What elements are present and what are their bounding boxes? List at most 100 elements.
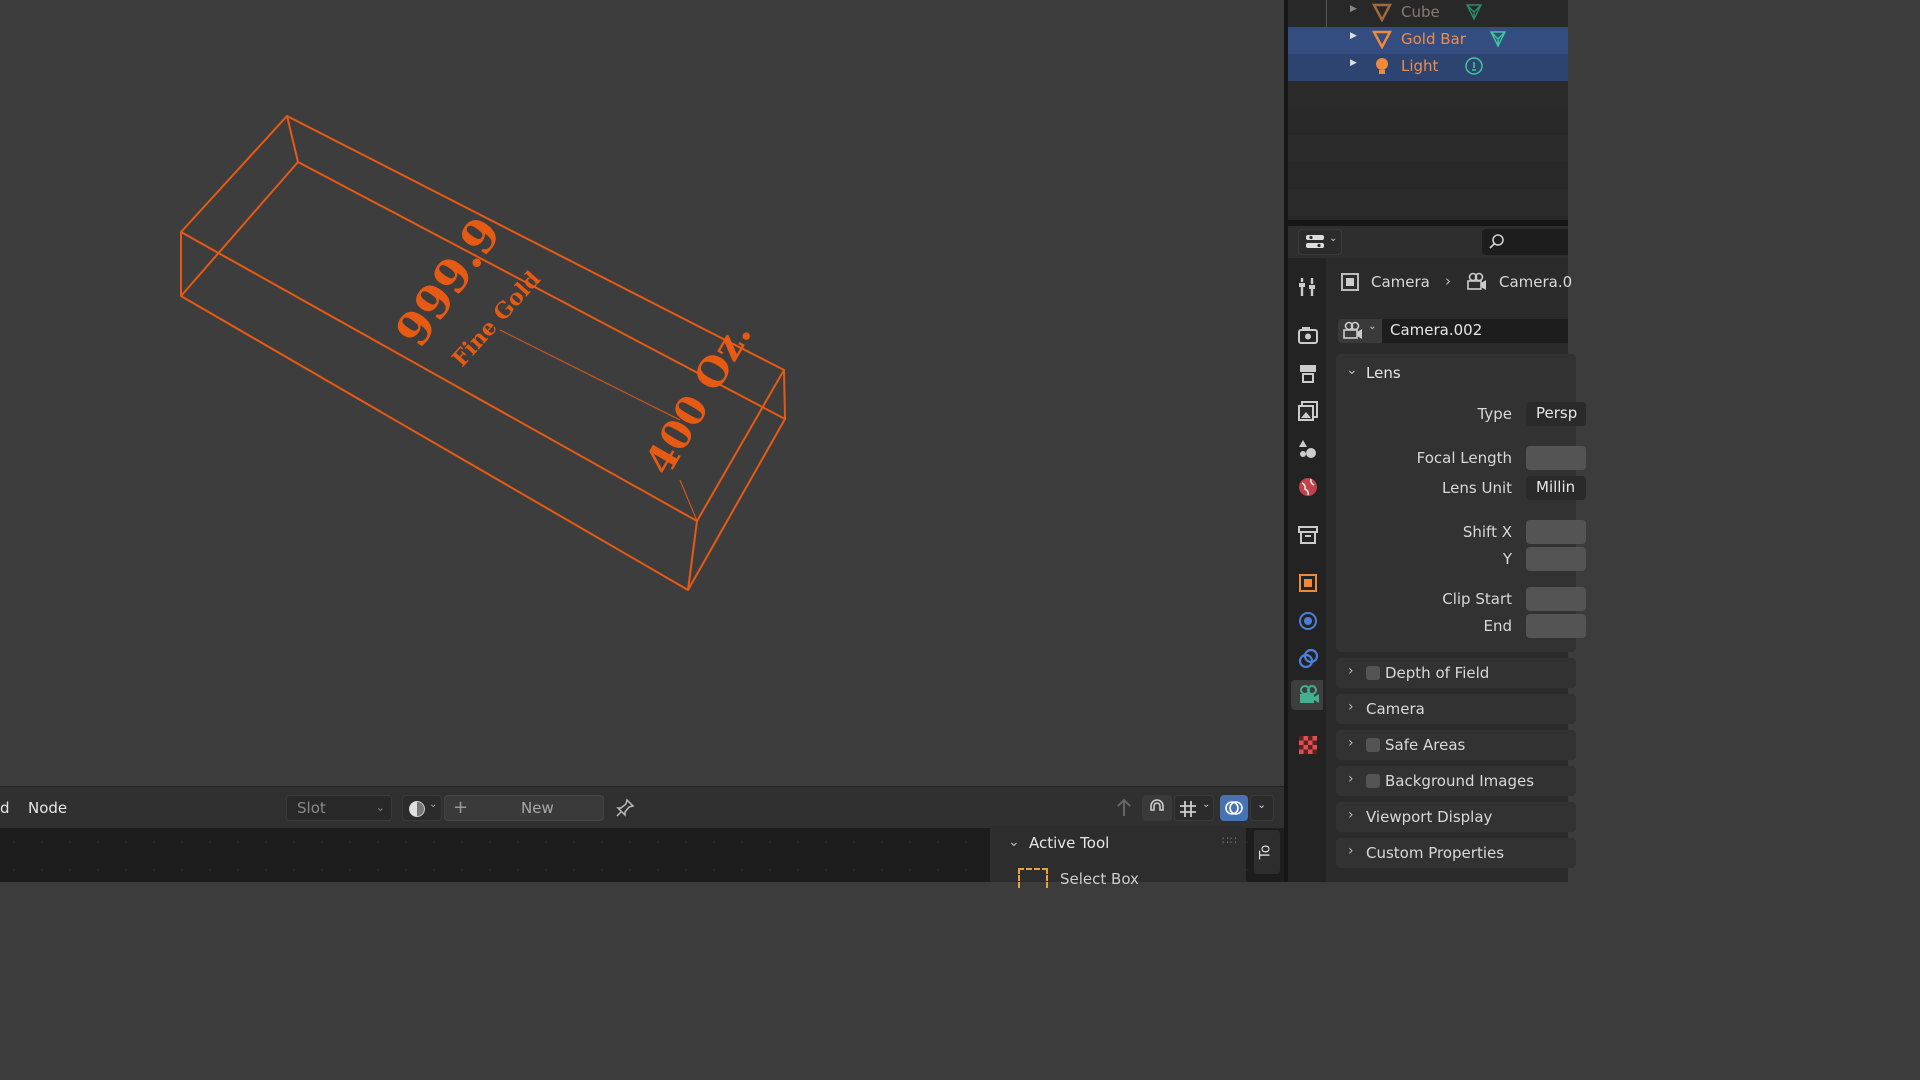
- tab-world[interactable]: [1297, 476, 1319, 498]
- output-icon: [1300, 365, 1316, 383]
- properties-editor-icon: [1306, 235, 1324, 248]
- outliner-row-light[interactable]: ▶ Light: [1288, 54, 1568, 81]
- chevron-right-icon: ›: [1348, 843, 1354, 859]
- safe-areas-label: Safe Areas: [1385, 736, 1466, 754]
- gold-bar-wireframe[interactable]: 999.9 Fine Gold 400 Oz.: [0, 0, 1284, 786]
- camera-panel[interactable]: › Camera: [1336, 694, 1576, 724]
- new-material-button[interactable]: + New: [444, 795, 604, 821]
- camera-icon: [1343, 321, 1362, 339]
- breadcrumb-separator-icon: ›: [1445, 272, 1451, 290]
- drag-handle-icon[interactable]: ∷∷: [1222, 834, 1238, 847]
- breadcrumb-object: Camera: [1371, 273, 1430, 291]
- light-data-icon[interactable]: [1464, 56, 1484, 76]
- menu-node[interactable]: Node: [28, 799, 67, 817]
- texture-icon: [1299, 736, 1317, 754]
- background-images-panel[interactable]: › Background Images: [1336, 766, 1576, 796]
- constraint-icon: [1298, 648, 1319, 669]
- focal-length-field[interactable]: [1526, 446, 1586, 470]
- lens-panel-header[interactable]: Lens: [1366, 364, 1401, 382]
- shift-x-field[interactable]: [1526, 520, 1586, 544]
- slot-label: Slot: [297, 799, 326, 817]
- chevron-down-icon: ⌄: [1368, 321, 1377, 332]
- editor-type-dropdown[interactable]: ⌄: [1298, 229, 1342, 255]
- chevron-down-icon[interactable]: ⌄: [1346, 362, 1358, 378]
- world-icon: [1299, 478, 1317, 496]
- collection-icon: [1298, 526, 1318, 544]
- custom-properties-panel[interactable]: › Custom Properties: [1336, 838, 1576, 868]
- menu-item-partial[interactable]: d: [0, 799, 10, 817]
- tab-constraints[interactable]: [1297, 648, 1319, 670]
- chevron-down-icon: ⌄: [1329, 233, 1338, 244]
- mesh-object-icon: [1372, 3, 1392, 22]
- mesh-data-icon[interactable]: [1464, 2, 1484, 22]
- lens-type-dropdown[interactable]: Persp: [1526, 402, 1586, 426]
- overlay-dropdown[interactable]: ⌄: [1250, 795, 1274, 821]
- parent-node-icon[interactable]: [1112, 796, 1136, 820]
- tab-collection[interactable]: [1297, 524, 1319, 546]
- shader-editor-header: d Node Slot ⌄ ⌄ + New ⌄ ⌄: [0, 786, 1284, 829]
- tab-physics[interactable]: [1297, 610, 1319, 632]
- outliner-label-gold-bar: Gold Bar: [1401, 30, 1466, 48]
- expand-arrow-icon[interactable]: ▶: [1350, 31, 1357, 41]
- clip-end-field[interactable]: [1526, 614, 1586, 638]
- chevron-right-icon: ›: [1348, 699, 1354, 715]
- snap-mode-dropdown[interactable]: ⌄: [1174, 795, 1214, 821]
- tab-render[interactable]: [1297, 324, 1319, 346]
- background-images-checkbox[interactable]: [1366, 774, 1380, 788]
- tab-tool-label: To: [1257, 844, 1274, 860]
- properties-main: Camera › Camera.0 ⌄ Camera.002 ⌄ Lens Ty…: [1326, 258, 1586, 882]
- properties-tabs: [1288, 258, 1326, 882]
- viewport-display-label: Viewport Display: [1366, 808, 1493, 826]
- safe-areas-checkbox[interactable]: [1366, 738, 1380, 752]
- depth-of-field-label: Depth of Field: [1385, 664, 1490, 682]
- material-sphere-icon: [409, 801, 425, 817]
- engraving-side: 400 Oz.: [636, 313, 761, 483]
- camera-datablock-browse[interactable]: ⌄: [1338, 319, 1382, 343]
- tool-icon: [1299, 278, 1315, 296]
- tab-output[interactable]: [1297, 362, 1319, 384]
- camera-data-icon: [1300, 685, 1319, 703]
- lens-panel: ⌄ Lens Type Persp Focal Length Lens Unit…: [1336, 354, 1586, 652]
- sidebar-tab-tool[interactable]: To: [1254, 830, 1280, 874]
- outliner-label-cube: Cube: [1401, 3, 1440, 21]
- camera-name-field[interactable]: Camera.002: [1382, 319, 1568, 343]
- expand-arrow-icon[interactable]: ▶: [1350, 4, 1357, 14]
- material-browse-button[interactable]: ⌄: [402, 795, 442, 821]
- outliner-row-cube[interactable]: ▶ Cube: [1288, 0, 1568, 27]
- snap-toggle[interactable]: [1142, 795, 1172, 821]
- depth-of-field-panel[interactable]: › Depth of Field: [1336, 658, 1576, 688]
- shift-y-field[interactable]: [1526, 547, 1586, 571]
- clip-start-field[interactable]: [1526, 587, 1586, 611]
- active-tool-header[interactable]: Active Tool: [1029, 834, 1109, 852]
- properties-search-input[interactable]: [1482, 229, 1568, 255]
- pin-icon[interactable]: [614, 797, 636, 819]
- chevron-down-icon: ⌄: [429, 799, 438, 810]
- depth-of-field-checkbox[interactable]: [1366, 666, 1380, 680]
- camera-panel-label: Camera: [1366, 700, 1425, 718]
- tab-scene[interactable]: [1297, 438, 1319, 460]
- safe-areas-panel[interactable]: › Safe Areas: [1336, 730, 1576, 760]
- tool-name: Select Box: [1060, 870, 1139, 888]
- tab-object[interactable]: [1297, 572, 1319, 594]
- 3d-viewport[interactable]: 999.9 Fine Gold 400 Oz.: [0, 0, 1284, 786]
- tab-texture[interactable]: [1297, 734, 1319, 756]
- render-icon: [1298, 327, 1318, 344]
- view-layer-icon: [1298, 401, 1318, 421]
- tab-view-layer[interactable]: [1297, 400, 1319, 422]
- outliner: ▶ Cube ▶ Gold Bar ▶ Light: [1288, 0, 1568, 220]
- mesh-data-icon[interactable]: [1488, 29, 1508, 49]
- slot-dropdown[interactable]: Slot ⌄: [286, 795, 392, 821]
- tab-tool[interactable]: [1297, 276, 1319, 298]
- camera-name-value: Camera.002: [1390, 321, 1483, 339]
- viewport-display-panel[interactable]: › Viewport Display: [1336, 802, 1576, 832]
- overlay-toggle[interactable]: [1220, 795, 1248, 821]
- lens-unit-dropdown[interactable]: Millin: [1526, 476, 1586, 500]
- shift-y-label: Y: [1502, 550, 1512, 568]
- expand-arrow-icon[interactable]: ▶: [1350, 58, 1357, 68]
- chevron-down-icon[interactable]: ⌄: [1008, 834, 1020, 850]
- select-box-icon[interactable]: [1018, 868, 1048, 888]
- lens-unit-value: Millin: [1536, 478, 1576, 496]
- tab-camera-data[interactable]: [1291, 680, 1323, 710]
- chevron-right-icon: ›: [1348, 663, 1354, 679]
- outliner-row-gold-bar[interactable]: ▶ Gold Bar: [1288, 27, 1568, 54]
